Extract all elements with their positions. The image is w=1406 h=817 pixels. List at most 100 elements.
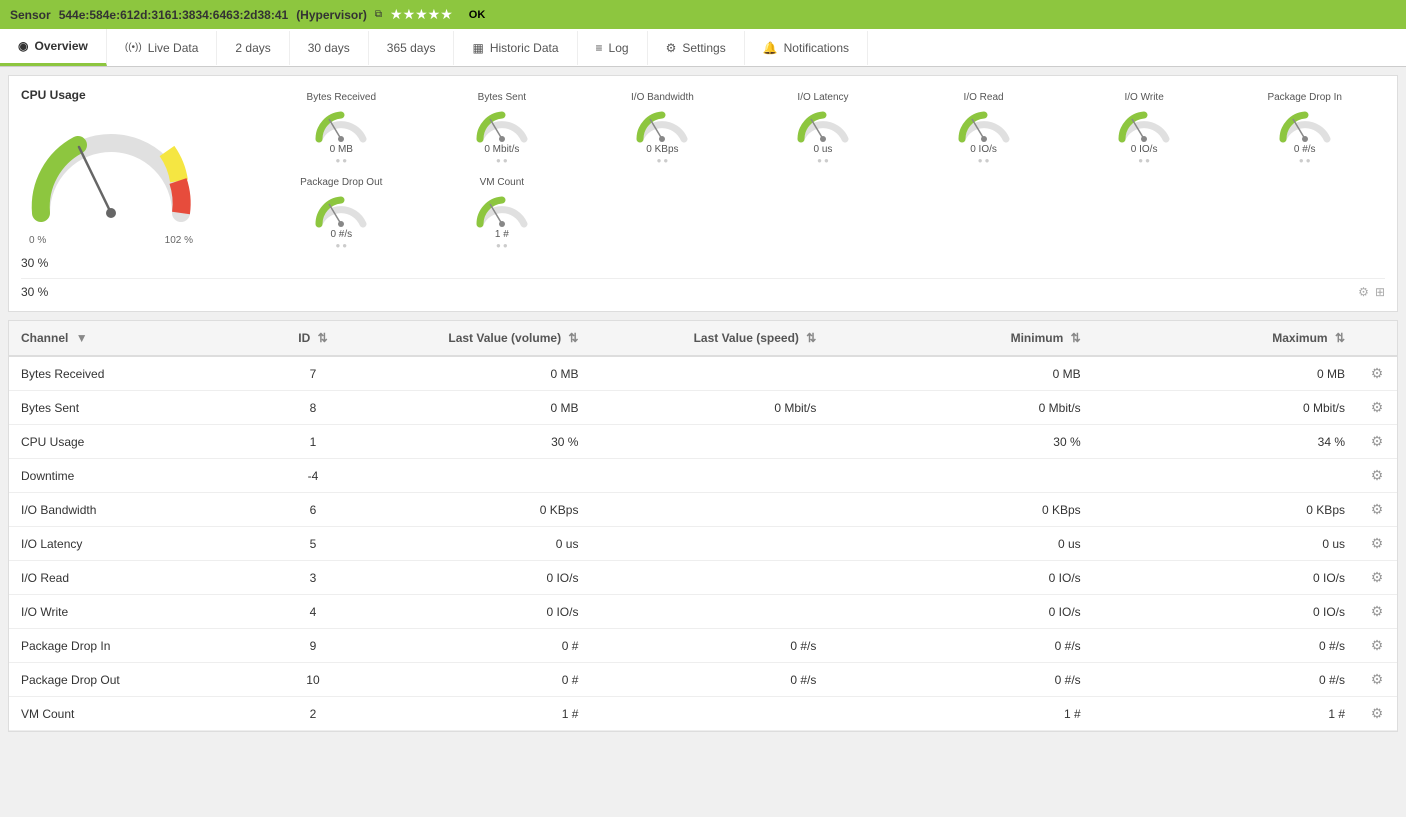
bytes-sent-value: 0 Mbit/s	[484, 144, 519, 155]
cell-last-value-speed	[590, 527, 828, 561]
nav-30days[interactable]: 30 days	[290, 31, 369, 65]
io-write-gauge-svg	[1114, 105, 1174, 143]
bytes-sent-label: Bytes Sent	[478, 92, 526, 103]
nav-historic[interactable]: ▦ Historic Data	[454, 31, 577, 65]
col-maximum[interactable]: Maximum ⇅	[1093, 321, 1357, 356]
cell-id: 3	[273, 561, 352, 595]
row-gear-icon[interactable]: ⚙	[1371, 671, 1384, 687]
cell-actions[interactable]: ⚙	[1357, 459, 1397, 493]
cell-maximum	[1093, 459, 1357, 493]
overview-settings-icons[interactable]: ⚙ ⊞	[1358, 285, 1385, 299]
row-gear-icon[interactable]: ⚙	[1371, 433, 1384, 449]
cell-actions[interactable]: ⚙	[1357, 629, 1397, 663]
nav-live-data[interactable]: ((•)) Live Data	[107, 31, 218, 65]
cell-minimum: 30 %	[828, 425, 1092, 459]
header-copy-icon[interactable]: ⧉	[375, 9, 382, 20]
col-id[interactable]: ID ⇅	[273, 321, 352, 356]
package-drop-out-gauge-svg	[311, 190, 371, 228]
row-gear-icon[interactable]: ⚙	[1371, 365, 1384, 381]
cell-actions[interactable]: ⚙	[1357, 493, 1397, 527]
cell-actions[interactable]: ⚙	[1357, 595, 1397, 629]
nav-notifications[interactable]: 🔔 Notifications	[745, 31, 868, 65]
col-maximum-sort-icon: ⇅	[1335, 331, 1345, 345]
nav-log[interactable]: ≡ Log	[578, 31, 648, 65]
cell-actions[interactable]: ⚙	[1357, 391, 1397, 425]
row-gear-icon[interactable]: ⚙	[1371, 501, 1384, 517]
nav-365days[interactable]: 365 days	[369, 31, 455, 65]
nav-settings[interactable]: ⚙ Settings	[648, 31, 745, 65]
nav-2days[interactable]: 2 days	[217, 31, 289, 65]
row-gear-icon[interactable]: ⚙	[1371, 535, 1384, 551]
table-row: I/O Read 3 0 IO/s 0 IO/s 0 IO/s ⚙	[9, 561, 1397, 595]
cell-actions[interactable]: ⚙	[1357, 561, 1397, 595]
cell-actions[interactable]: ⚙	[1357, 663, 1397, 697]
cell-last-value-volume: 0 IO/s	[353, 595, 591, 629]
cell-minimum: 1 #	[828, 697, 1092, 731]
cell-id: -4	[273, 459, 352, 493]
nav-365days-label: 365 days	[387, 41, 436, 55]
cpu-max-label: 102 %	[165, 235, 193, 246]
row-gear-icon[interactable]: ⚙	[1371, 637, 1384, 653]
col-channel[interactable]: Channel ▼	[9, 321, 273, 356]
nav-30days-label: 30 days	[308, 41, 350, 55]
gauge-io-bandwidth: I/O Bandwidth 0 KBps ●●	[582, 88, 743, 169]
row-gear-icon[interactable]: ⚙	[1371, 399, 1384, 415]
cell-last-value-volume: 0 MB	[353, 391, 591, 425]
cell-actions[interactable]: ⚙	[1357, 697, 1397, 731]
col-minimum[interactable]: Minimum ⇅	[828, 321, 1092, 356]
cell-channel: I/O Bandwidth	[9, 493, 273, 527]
table-row: I/O Latency 5 0 us 0 us 0 us ⚙	[9, 527, 1397, 561]
row-gear-icon[interactable]: ⚙	[1371, 569, 1384, 585]
cell-actions[interactable]: ⚙	[1357, 425, 1397, 459]
gauge-bytes-received: Bytes Received 0 MB ●●	[261, 88, 422, 169]
row-gear-icon[interactable]: ⚙	[1371, 603, 1384, 619]
cell-actions[interactable]: ⚙	[1357, 527, 1397, 561]
overview-expand-icon[interactable]: ⊞	[1375, 285, 1385, 299]
overview-settings-icon[interactable]: ⚙	[1358, 285, 1369, 299]
gauge-package-drop-in: Package Drop In 0 #/s ●●	[1224, 88, 1385, 169]
col-id-sort-icon: ⇅	[318, 331, 328, 345]
channels-table: Channel ▼ ID ⇅ Last Value (volume) ⇅ Las…	[9, 321, 1397, 731]
cell-maximum: 0 IO/s	[1093, 561, 1357, 595]
col-last-value-speed-label: Last Value (speed)	[694, 331, 799, 345]
settings-icon: ⚙	[666, 41, 677, 55]
cell-minimum: 0 #/s	[828, 663, 1092, 697]
cell-maximum: 0 KBps	[1093, 493, 1357, 527]
cell-maximum: 1 #	[1093, 697, 1357, 731]
cell-minimum: 0 KBps	[828, 493, 1092, 527]
col-channel-sort-icon: ▼	[76, 331, 88, 345]
cell-last-value-speed: 0 #/s	[590, 663, 828, 697]
cpu-usage-section: CPU Usage 0 % 102 % 30 %	[21, 88, 241, 270]
col-last-value-speed[interactable]: Last Value (speed) ⇅	[590, 321, 828, 356]
cell-last-value-speed	[590, 493, 828, 527]
nav-log-label: Log	[609, 41, 629, 55]
table-header-row: Channel ▼ ID ⇅ Last Value (volume) ⇅ Las…	[9, 321, 1397, 356]
io-latency-value: 0 us	[814, 144, 833, 155]
gauge-io-read: I/O Read 0 IO/s ●●	[903, 88, 1064, 169]
cell-id: 5	[273, 527, 352, 561]
nav-overview[interactable]: ◉ Overview	[0, 29, 107, 66]
col-minimum-sort-icon: ⇅	[1071, 331, 1081, 345]
cell-maximum: 0 IO/s	[1093, 595, 1357, 629]
io-latency-gauge-svg	[793, 105, 853, 143]
header-sensor-type: (Hypervisor)	[296, 8, 367, 22]
cell-channel: VM Count	[9, 697, 273, 731]
cell-id: 6	[273, 493, 352, 527]
vm-count-label: VM Count	[480, 177, 524, 188]
cell-id: 10	[273, 663, 352, 697]
gauge-io-latency: I/O Latency 0 us ●●	[743, 88, 904, 169]
col-last-value-volume[interactable]: Last Value (volume) ⇅	[353, 321, 591, 356]
row-gear-icon[interactable]: ⚙	[1371, 467, 1384, 483]
row-gear-icon[interactable]: ⚙	[1371, 705, 1384, 721]
cell-actions[interactable]: ⚙	[1357, 356, 1397, 391]
cell-maximum: 34 %	[1093, 425, 1357, 459]
gauge-package-drop-out: Package Drop Out 0 #/s ●●	[261, 173, 422, 254]
cell-maximum: 0 Mbit/s	[1093, 391, 1357, 425]
package-drop-in-value: 0 #/s	[1294, 144, 1316, 155]
cell-last-value-speed	[590, 356, 828, 391]
nav-settings-label: Settings	[682, 41, 725, 55]
table-row: Bytes Sent 8 0 MB 0 Mbit/s 0 Mbit/s 0 Mb…	[9, 391, 1397, 425]
table-row: VM Count 2 1 # 1 # 1 # ⚙	[9, 697, 1397, 731]
col-last-value-speed-sort-icon: ⇅	[806, 331, 816, 345]
col-channel-label: Channel	[21, 331, 68, 345]
